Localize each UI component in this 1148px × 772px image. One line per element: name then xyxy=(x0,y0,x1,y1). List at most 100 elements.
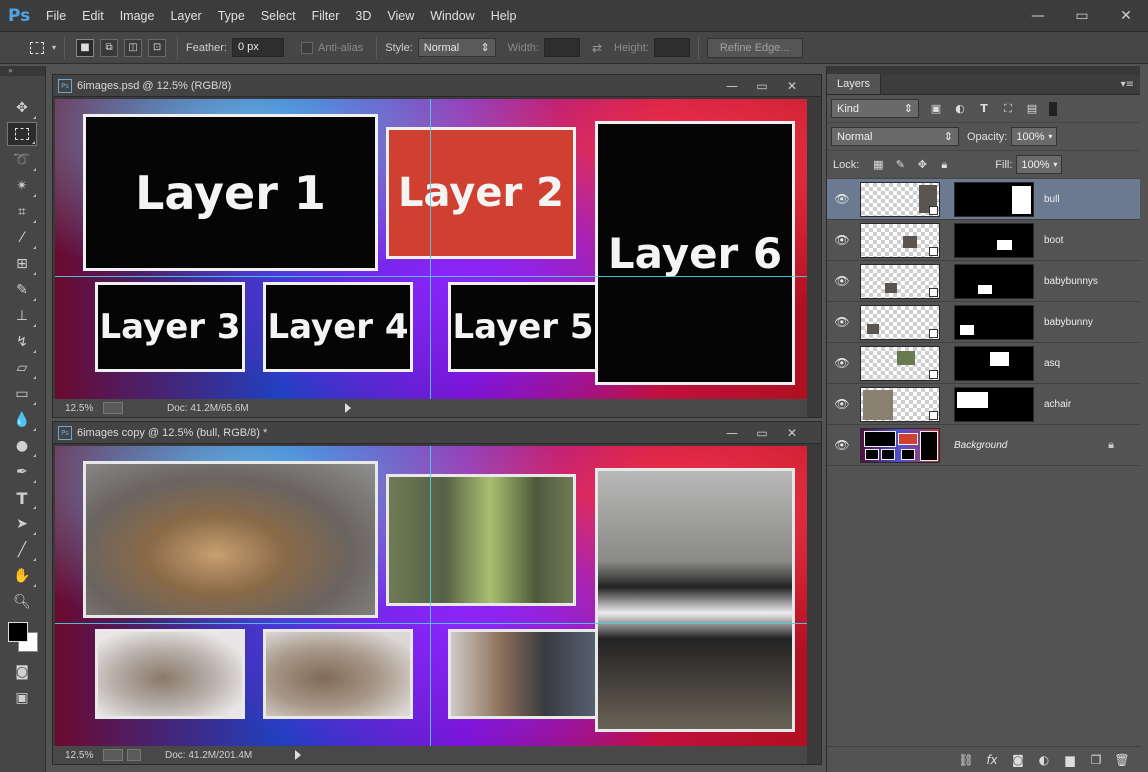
close-icon[interactable]: ✕ xyxy=(1104,0,1148,32)
new-group-icon[interactable]: ▆ xyxy=(1057,753,1083,767)
type-tool-icon[interactable]: T xyxy=(7,486,37,510)
width-input[interactable] xyxy=(543,38,580,57)
lock-icon[interactable]: 🔒︎ xyxy=(1108,438,1114,452)
zoom-level[interactable]: 12.5% xyxy=(53,403,103,414)
height-input[interactable] xyxy=(653,38,690,57)
eye-icon[interactable]: 👁︎ xyxy=(827,356,857,370)
status-menu-arrow-icon[interactable] xyxy=(345,403,351,413)
feather-input[interactable]: 0 px xyxy=(231,38,284,57)
eye-icon[interactable]: 👁︎ xyxy=(827,233,857,247)
document-2-scrollbar[interactable] xyxy=(807,446,821,764)
eye-icon[interactable]: 👁︎ xyxy=(827,315,857,329)
antialias-checkbox[interactable] xyxy=(300,41,313,54)
layer-row-asq[interactable]: 👁︎ asq xyxy=(827,343,1140,384)
layer-thumbnail[interactable] xyxy=(860,263,940,299)
filter-kind-select[interactable]: Kind ⇕ xyxy=(831,99,919,118)
filter-toggle-icon[interactable] xyxy=(1049,101,1057,116)
background-thumbnail[interactable] xyxy=(860,427,940,463)
document-1-canvas[interactable]: Layer 1 Layer 2 Layer 3 Layer 4 Layer 5 … xyxy=(55,99,807,399)
zoom-tool-icon[interactable]: 🔍︎ xyxy=(7,590,37,614)
status-menu-arrow-icon[interactable] xyxy=(295,750,301,760)
layer-row-background[interactable]: 👁︎ Background 🔒︎ xyxy=(827,425,1140,466)
quick-mask-icon[interactable]: ◙ xyxy=(7,660,37,684)
layer-thumbnail[interactable] xyxy=(860,386,940,422)
layer-name[interactable]: babybunny xyxy=(1044,317,1093,328)
menu-help[interactable]: Help xyxy=(483,9,525,23)
layer-name[interactable]: Background xyxy=(954,440,1007,451)
lock-all-icon[interactable]: 🔒︎ xyxy=(937,158,951,172)
vertical-guide[interactable] xyxy=(430,99,431,399)
add-mask-icon[interactable]: ◙ xyxy=(1005,753,1031,767)
lock-transparency-icon[interactable]: ▦ xyxy=(871,158,885,172)
minimize-icon[interactable]: — xyxy=(1016,0,1060,32)
layer-name[interactable]: asq xyxy=(1044,358,1060,369)
layer-mask-thumbnail[interactable] xyxy=(954,304,1034,340)
rect-marquee-preset-icon[interactable] xyxy=(22,37,52,59)
status-icon[interactable] xyxy=(103,749,123,761)
zoom-level[interactable]: 12.5% xyxy=(53,750,103,761)
document-1-titlebar[interactable]: Ps 6images.psd @ 12.5% (RGB/8) — ▭ ✕ xyxy=(53,75,821,97)
panel-grip-icon[interactable]: » xyxy=(0,66,45,76)
layer-mask-thumbnail[interactable] xyxy=(954,181,1034,217)
path-selection-tool-icon[interactable]: ➤ xyxy=(7,512,37,536)
move-tool-icon[interactable]: ✥ xyxy=(7,96,37,120)
layer-row-babybunnys[interactable]: 👁︎ babybunnys xyxy=(827,261,1140,302)
intersect-selection-icon[interactable]: ⊡ xyxy=(148,38,167,57)
pen-tool-icon[interactable]: ✒ xyxy=(7,460,37,484)
layer-thumbnail[interactable] xyxy=(860,181,940,217)
swap-icon[interactable]: ⇄ xyxy=(592,41,602,55)
menu-image[interactable]: Image xyxy=(112,9,163,23)
history-brush-tool-icon[interactable]: ↯ xyxy=(7,330,37,354)
new-selection-icon[interactable]: ■ xyxy=(76,38,95,57)
layer-name[interactable]: boot xyxy=(1044,235,1063,246)
doc-minimize-icon[interactable]: — xyxy=(717,422,747,444)
eye-icon[interactable]: 👁︎ xyxy=(827,397,857,411)
fill-input[interactable]: 100% ▾ xyxy=(1016,155,1063,174)
eye-icon[interactable]: 👁︎ xyxy=(827,192,857,206)
preset-dropdown-icon[interactable]: ▾ xyxy=(52,43,56,52)
screen-mode-icon[interactable]: ▣ xyxy=(7,686,37,710)
layer-row-babybunny[interactable]: 👁︎ babybunny xyxy=(827,302,1140,343)
lasso-tool-icon[interactable]: ➰ xyxy=(7,148,37,172)
line-tool-icon[interactable]: ╱ xyxy=(7,538,37,562)
horizontal-guide[interactable] xyxy=(55,623,807,624)
subtract-selection-icon[interactable]: ◫ xyxy=(124,38,143,57)
panel-menu-icon[interactable]: ▾≡ xyxy=(1121,79,1134,90)
new-layer-icon[interactable]: ❐ xyxy=(1083,753,1109,767)
brush-tool-icon[interactable]: ✎ xyxy=(7,278,37,302)
layer-name[interactable]: achair xyxy=(1044,399,1071,410)
refine-edge-button[interactable]: Refine Edge... xyxy=(706,37,803,58)
share-icon[interactable] xyxy=(127,749,141,761)
lock-pixels-icon[interactable]: ✎ xyxy=(893,158,907,172)
menu-file[interactable]: File xyxy=(38,9,74,23)
eraser-tool-icon[interactable]: ▱ xyxy=(7,356,37,380)
doc-restore-icon[interactable]: ▭ xyxy=(747,75,777,97)
hand-tool-icon[interactable]: ✋ xyxy=(7,564,37,588)
layer-mask-thumbnail[interactable] xyxy=(954,263,1034,299)
layer-row-achair[interactable]: 👁︎ achair xyxy=(827,384,1140,425)
eyedropper-tool-icon[interactable]: ⁄ xyxy=(7,226,37,250)
foreground-color-swatch[interactable] xyxy=(8,622,28,642)
crop-tool-icon[interactable]: ⌗ xyxy=(7,200,37,224)
healing-brush-tool-icon[interactable]: ⊞ xyxy=(7,252,37,276)
menu-view[interactable]: View xyxy=(379,9,422,23)
lock-position-icon[interactable]: ✥ xyxy=(915,158,929,172)
layer-mask-thumbnail[interactable] xyxy=(954,345,1034,381)
layer-name[interactable]: babybunnys xyxy=(1044,276,1098,287)
status-icon[interactable] xyxy=(103,402,123,414)
menu-window[interactable]: Window xyxy=(422,9,482,23)
menu-layer[interactable]: Layer xyxy=(162,9,209,23)
opacity-input[interactable]: 100% ▾ xyxy=(1011,127,1058,146)
layer-thumbnail[interactable] xyxy=(860,222,940,258)
layer-row-bull[interactable]: 👁︎ bull xyxy=(827,179,1140,220)
layer-row-boot[interactable]: 👁︎ boot xyxy=(827,220,1140,261)
filter-shape-icon[interactable]: ⛶ xyxy=(1001,102,1015,116)
doc-restore-icon[interactable]: ▭ xyxy=(747,422,777,444)
layer-name[interactable]: bull xyxy=(1044,194,1060,205)
dodge-tool-icon[interactable]: ● xyxy=(7,434,37,458)
menu-filter[interactable]: Filter xyxy=(304,9,348,23)
fx-icon[interactable]: fx xyxy=(979,753,1005,767)
layer-thumbnail[interactable] xyxy=(860,304,940,340)
blur-tool-icon[interactable]: 💧 xyxy=(7,408,37,432)
trash-icon[interactable]: 🗑︎ xyxy=(1109,753,1135,767)
